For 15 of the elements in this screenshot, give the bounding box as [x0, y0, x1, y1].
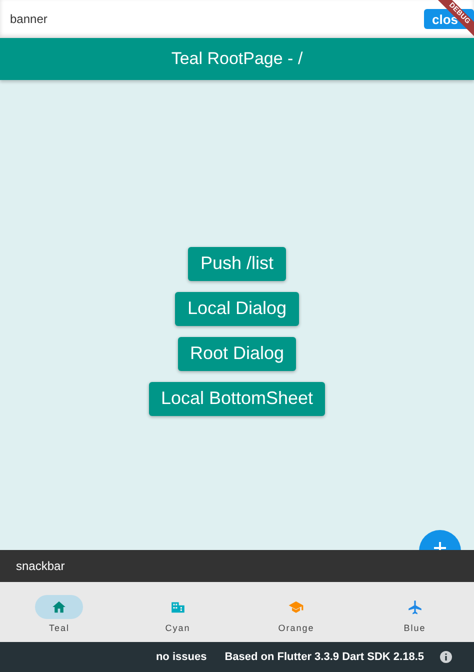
page-title: Teal RootPage - /: [171, 49, 303, 69]
nav-label[interactable]: Teal: [48, 623, 70, 633]
nav-label[interactable]: Blue: [404, 623, 426, 633]
nav-label[interactable]: Cyan: [165, 623, 190, 633]
action-button[interactable]: Local Dialog: [175, 292, 299, 326]
action-button[interactable]: Push /list: [188, 246, 286, 280]
issues-text: no issues: [156, 651, 207, 663]
nav-tab[interactable]: [35, 595, 84, 619]
action-button[interactable]: Local BottomSheet: [148, 382, 326, 416]
nav-label[interactable]: Orange: [278, 623, 314, 633]
snackbar-text: snackbar: [16, 559, 65, 573]
banner-text: banner: [10, 12, 48, 26]
version-text: Based on Flutter 3.3.9 Dart SDK 2.18.5: [224, 651, 424, 663]
action-button[interactable]: Root Dialog: [178, 336, 296, 370]
info-icon[interactable]: [440, 651, 452, 663]
